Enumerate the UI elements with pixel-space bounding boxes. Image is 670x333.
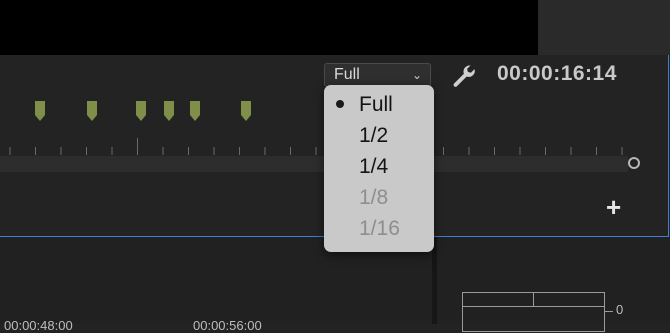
menu-item-full[interactable]: Full (359, 93, 393, 117)
timeline-marker[interactable] (87, 101, 97, 121)
wrench-icon[interactable] (450, 62, 478, 90)
chevron-down-icon: ⌄ (411, 68, 422, 82)
video-viewport (0, 0, 538, 55)
timeline-marker[interactable] (35, 101, 45, 121)
meter-divider-line (462, 306, 605, 307)
viewport-side-panel (538, 0, 670, 55)
meter-channel-divider (533, 292, 534, 306)
menu-item-sixteenth: 1/16 (359, 217, 400, 240)
menu-item-quarter[interactable]: 1/4 (359, 155, 388, 179)
playhead-circle-icon[interactable] (628, 157, 640, 169)
plus-icon[interactable]: + (606, 194, 621, 220)
time-ruler[interactable] (0, 138, 630, 158)
current-timecode[interactable]: 00:00:16:14 (497, 62, 617, 86)
timeline-marker[interactable] (164, 101, 174, 121)
timeline-timecode-right: 00:00:56:00 (193, 318, 262, 333)
selected-bullet-icon (336, 100, 344, 108)
timeline-marker[interactable] (190, 101, 200, 121)
timeline-timecode-left: 00:00:48:00 (4, 318, 73, 333)
menu-item-eighth: 1/8 (359, 186, 389, 209)
playback-resolution-select[interactable]: Full ⌄ (324, 63, 431, 87)
menu-item-half[interactable]: 1/2 (359, 124, 388, 148)
meter-zero-label: 0 (616, 302, 624, 317)
playback-resolution-value: Full (334, 66, 360, 83)
timeline-marker[interactable] (136, 101, 146, 121)
meter-tick (605, 311, 613, 312)
timeline-marker[interactable] (241, 101, 251, 121)
playback-track[interactable] (0, 156, 628, 172)
resolution-dropdown-menu: Full 1/2 1/4 1/8 1/16 (324, 85, 434, 252)
